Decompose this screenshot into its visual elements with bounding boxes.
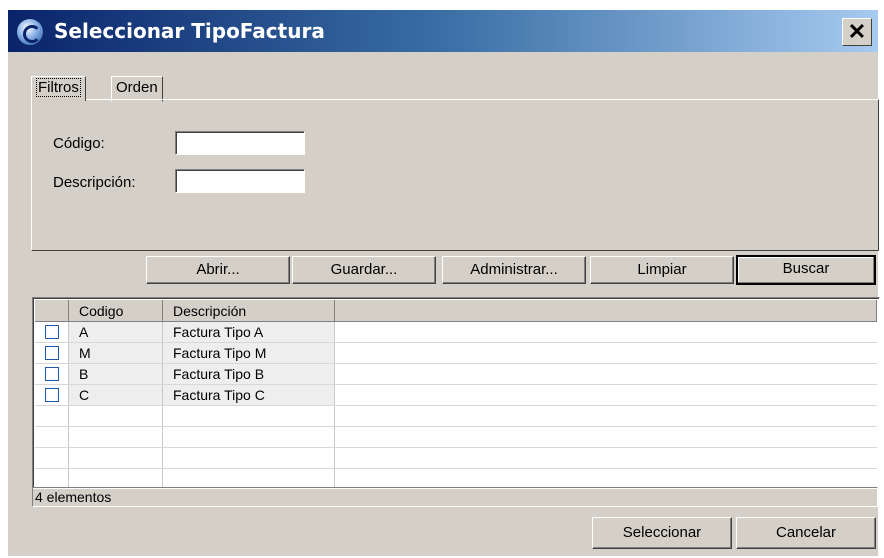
dialog-window: Seleccionar TipoFactura ✕ Filtros Orden … (8, 10, 880, 556)
empty-cell (335, 364, 877, 384)
header-codigo[interactable]: Codigo (69, 300, 163, 321)
header-select-cell (35, 300, 69, 321)
empty-table-row (35, 448, 877, 469)
header-descripcion[interactable]: Descripción (163, 300, 335, 321)
table-row[interactable]: A Factura Tipo A (35, 322, 877, 343)
abrir-button[interactable]: Abrir... (146, 256, 290, 284)
close-button[interactable]: ✕ (842, 18, 872, 46)
codigo-cell: M (69, 343, 163, 363)
table-row[interactable]: B Factura Tipo B (35, 364, 877, 385)
tab-filtros[interactable]: Filtros (31, 76, 86, 101)
buscar-button[interactable]: Buscar (736, 255, 876, 285)
empty-cell (35, 427, 69, 447)
empty-cell (69, 406, 163, 426)
codigo-cell: C (69, 385, 163, 405)
codigo-cell: B (69, 364, 163, 384)
select-cell (35, 322, 69, 342)
descripcion-cell: Factura Tipo C (163, 385, 335, 405)
empty-cell (69, 427, 163, 447)
table-row[interactable]: C Factura Tipo C (35, 385, 877, 406)
descripcion-label: Descripción: (53, 174, 136, 191)
descripcion-cell: Factura Tipo M (163, 343, 335, 363)
results-table[interactable]: Codigo Descripción A Factura Tipo A M Fa… (32, 297, 880, 489)
administrar-button[interactable]: Administrar... (442, 256, 586, 284)
empty-table-row (35, 427, 877, 448)
empty-cell (335, 322, 877, 342)
row-checkbox[interactable] (45, 325, 59, 339)
descripcion-cell: Factura Tipo B (163, 364, 335, 384)
empty-cell (335, 469, 877, 488)
empty-cell (163, 448, 335, 468)
tab-filtros-label: Filtros (36, 78, 81, 97)
descripcion-cell: Factura Tipo A (163, 322, 335, 342)
window-title: Seleccionar TipoFactura (54, 19, 325, 43)
tab-orden-label: Orden (116, 79, 158, 96)
filter-panel: Código: Descripción: (31, 99, 879, 251)
row-checkbox[interactable] (45, 367, 59, 381)
empty-cell (163, 427, 335, 447)
select-cell (35, 364, 69, 384)
empty-cell (335, 427, 877, 447)
header-empty (335, 300, 877, 321)
table-header-row: Codigo Descripción (35, 300, 877, 322)
empty-cell (163, 406, 335, 426)
select-cell (35, 343, 69, 363)
limpiar-button[interactable]: Limpiar (590, 256, 734, 284)
codigo-label: Código: (53, 135, 105, 152)
descripcion-input[interactable] (175, 169, 305, 193)
app-logo-icon (16, 18, 44, 46)
empty-cell (335, 385, 877, 405)
title-bar[interactable]: Seleccionar TipoFactura ✕ (8, 10, 878, 52)
empty-cell (335, 343, 877, 363)
empty-table-row (35, 406, 877, 427)
empty-cell (69, 469, 163, 488)
empty-cell (35, 469, 69, 488)
status-bar: 4 elementos (32, 487, 878, 507)
empty-table-row (35, 469, 877, 488)
codigo-cell: A (69, 322, 163, 342)
empty-cell (69, 448, 163, 468)
empty-cell (163, 469, 335, 488)
select-cell (35, 385, 69, 405)
table-row[interactable]: M Factura Tipo M (35, 343, 877, 364)
cancelar-button[interactable]: Cancelar (736, 517, 876, 549)
empty-cell (335, 406, 877, 426)
row-checkbox[interactable] (45, 388, 59, 402)
empty-cell (35, 448, 69, 468)
guardar-button[interactable]: Guardar... (292, 256, 436, 284)
codigo-input[interactable] (175, 131, 305, 155)
seleccionar-button[interactable]: Seleccionar (592, 517, 732, 549)
empty-cell (35, 406, 69, 426)
row-checkbox[interactable] (45, 346, 59, 360)
empty-cell (335, 448, 877, 468)
